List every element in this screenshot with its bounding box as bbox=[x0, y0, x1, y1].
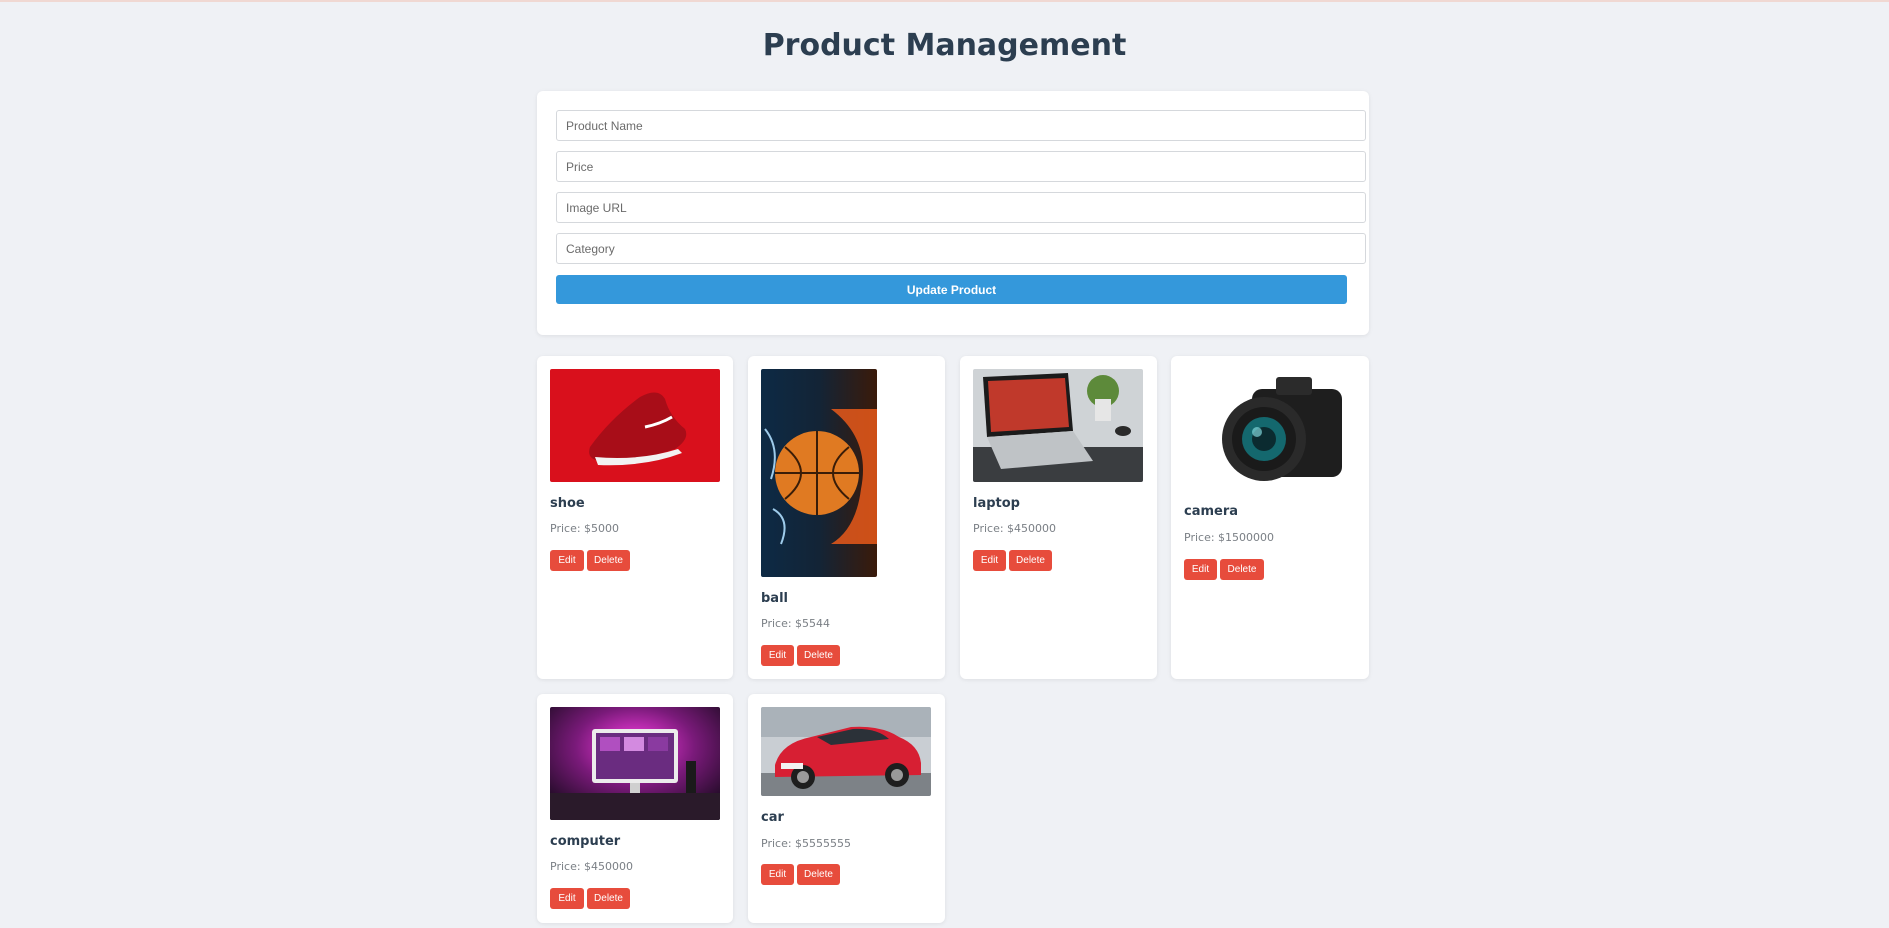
product-name-input[interactable] bbox=[556, 110, 1366, 141]
edit-button[interactable]: Edit bbox=[550, 888, 584, 909]
product-name: laptop bbox=[973, 496, 1020, 511]
product-card: ball Price: $5544 Edit Delete bbox=[748, 356, 945, 679]
delete-button[interactable]: Delete bbox=[1009, 550, 1052, 571]
product-name: ball bbox=[761, 591, 788, 606]
product-name: camera bbox=[1184, 504, 1239, 519]
delete-button[interactable]: Delete bbox=[797, 645, 840, 666]
image-url-input[interactable] bbox=[556, 192, 1366, 223]
delete-button[interactable]: Delete bbox=[1220, 559, 1264, 580]
page-title: Product Management bbox=[762, 28, 1127, 63]
product-image bbox=[761, 369, 877, 577]
product-image bbox=[973, 369, 1143, 482]
product-image bbox=[550, 707, 720, 820]
edit-button[interactable]: Edit bbox=[761, 864, 794, 885]
update-product-button[interactable]: Update Product bbox=[556, 275, 1347, 304]
product-image bbox=[761, 707, 931, 796]
edit-button[interactable]: Edit bbox=[1184, 559, 1217, 580]
edit-button[interactable]: Edit bbox=[550, 550, 584, 571]
product-price: Price: $5555555 bbox=[761, 837, 852, 850]
product-card: camera Price: $1500000 Edit Delete bbox=[1171, 356, 1369, 679]
edit-button[interactable]: Edit bbox=[761, 645, 794, 666]
product-card: computer Price: $450000 Edit Delete bbox=[537, 694, 733, 923]
product-name: shoe bbox=[550, 496, 585, 511]
product-price: Price: $450000 bbox=[973, 522, 1057, 535]
product-card: shoe Price: $5000 Edit Delete bbox=[537, 356, 733, 679]
product-price: Price: $450000 bbox=[550, 860, 634, 873]
product-price: Price: $1500000 bbox=[1184, 531, 1275, 544]
product-name: car bbox=[761, 810, 784, 825]
price-input[interactable] bbox=[556, 151, 1366, 182]
product-price: Price: $5544 bbox=[761, 617, 831, 630]
product-image bbox=[550, 369, 720, 482]
edit-button[interactable]: Edit bbox=[973, 550, 1006, 571]
delete-button[interactable]: Delete bbox=[797, 864, 840, 885]
delete-button[interactable]: Delete bbox=[587, 888, 630, 909]
category-input[interactable] bbox=[556, 233, 1366, 264]
delete-button[interactable]: Delete bbox=[587, 550, 630, 571]
product-price: Price: $5000 bbox=[550, 522, 620, 535]
product-card: car Price: $5555555 Edit Delete bbox=[748, 694, 945, 923]
product-form: Update Product bbox=[537, 91, 1369, 335]
product-card: laptop Price: $450000 Edit Delete bbox=[960, 356, 1157, 679]
product-image bbox=[1184, 369, 1354, 490]
product-name: computer bbox=[550, 834, 621, 849]
